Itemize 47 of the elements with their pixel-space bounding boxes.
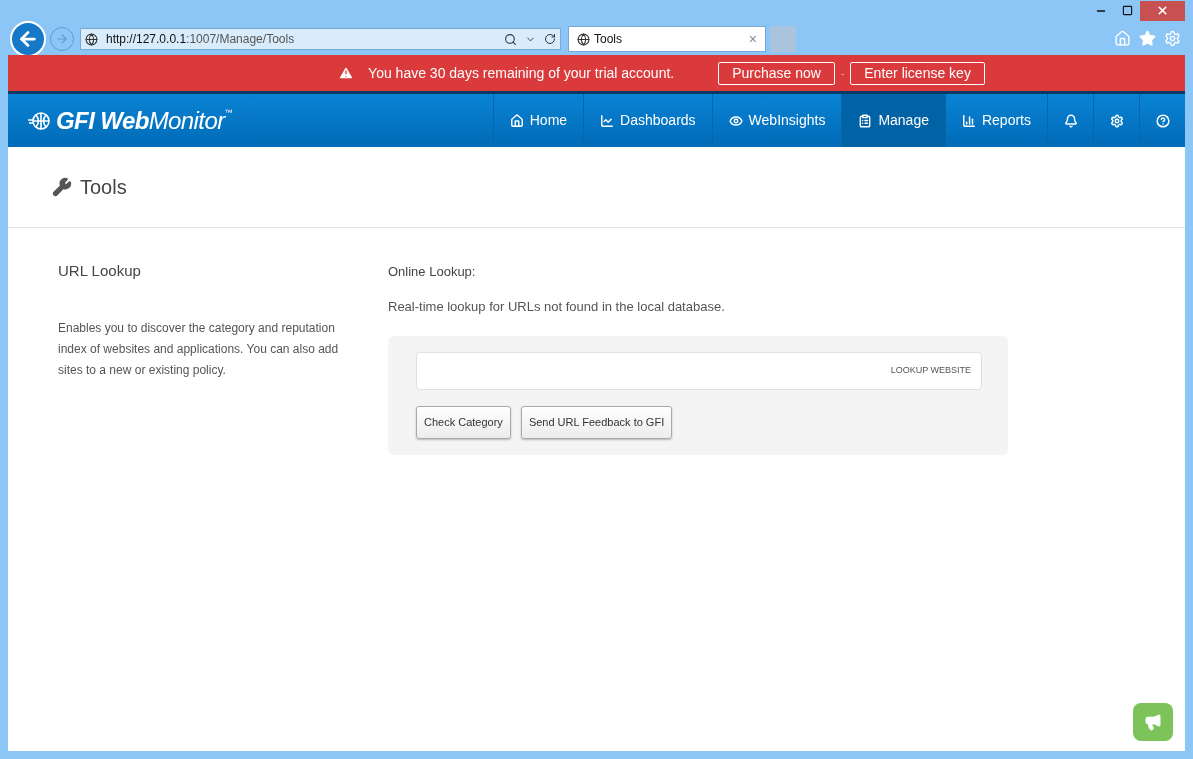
license-key-button[interactable]: Enter license key xyxy=(850,61,985,85)
separator-text: - xyxy=(840,66,845,81)
send-feedback-button[interactable]: Send URL Feedback to GFI xyxy=(520,406,673,439)
close-icon xyxy=(1156,4,1169,17)
nav-tab[interactable]: Reports xyxy=(944,94,1047,147)
maximize-icon xyxy=(1121,5,1133,16)
bar-chart-icon xyxy=(961,113,976,128)
nav-tab[interactable]: Dashboards xyxy=(583,94,712,147)
url-input-field[interactable]: LOOKUP WEBSITE xyxy=(416,352,982,390)
eye-icon xyxy=(728,113,743,128)
wrench-icon xyxy=(52,177,72,197)
section-title: URL Lookup xyxy=(58,261,142,281)
address-url: http://127.0.0.1:1007/Manage/Tools xyxy=(106,31,296,48)
online-lookup-description: Real-time lookup for URLs not found in the local database. xyxy=(388,297,726,316)
settings-icon[interactable] xyxy=(1164,30,1181,47)
feedback-button[interactable] xyxy=(1133,703,1173,741)
tab-close-button[interactable]: × xyxy=(748,28,757,50)
nav-tab[interactable]: Manage xyxy=(841,94,945,147)
home-icon xyxy=(509,113,524,128)
refresh-icon[interactable] xyxy=(544,33,556,45)
bell-icon xyxy=(1063,113,1078,128)
settings-icon xyxy=(1109,113,1124,128)
tab-title: Tools xyxy=(594,31,623,48)
search-icon[interactable] xyxy=(504,32,517,46)
lookup-website-button[interactable]: LOOKUP WEBSITE xyxy=(890,364,971,378)
globe-icon xyxy=(577,32,590,46)
check-category-button[interactable]: Check Category xyxy=(416,406,511,439)
help-icon xyxy=(1155,113,1170,128)
globe-icon xyxy=(85,32,98,46)
home-icon[interactable] xyxy=(1114,30,1131,47)
forward-arrow-icon xyxy=(55,32,69,46)
trial-message: You have 30 days remaining of your trial account. xyxy=(368,63,675,83)
warning-icon xyxy=(338,65,355,81)
app-logo: GFI WebMonitor™ xyxy=(56,108,232,133)
browser-tab[interactable]: Tools × xyxy=(568,26,766,52)
nav-tab[interactable]: Home xyxy=(492,94,584,147)
star-icon[interactable] xyxy=(1139,30,1156,47)
address-bar[interactable]: http://127.0.0.1:1007/Manage/Tools xyxy=(80,28,561,50)
globe-logo-icon xyxy=(28,110,52,131)
back-button[interactable] xyxy=(10,21,46,57)
online-lookup-heading: Online Lookup: xyxy=(388,263,477,281)
purchase-button[interactable]: Purchase now xyxy=(718,61,835,85)
page-title: Tools xyxy=(80,175,127,200)
clipboard-icon xyxy=(858,113,873,128)
megaphone-icon xyxy=(1144,713,1162,731)
section-description: Enables you to discover the category and reputation index of websites and applications. You can also add sites to a new or existing policy. xyxy=(58,319,340,379)
line-chart-icon xyxy=(600,113,615,128)
